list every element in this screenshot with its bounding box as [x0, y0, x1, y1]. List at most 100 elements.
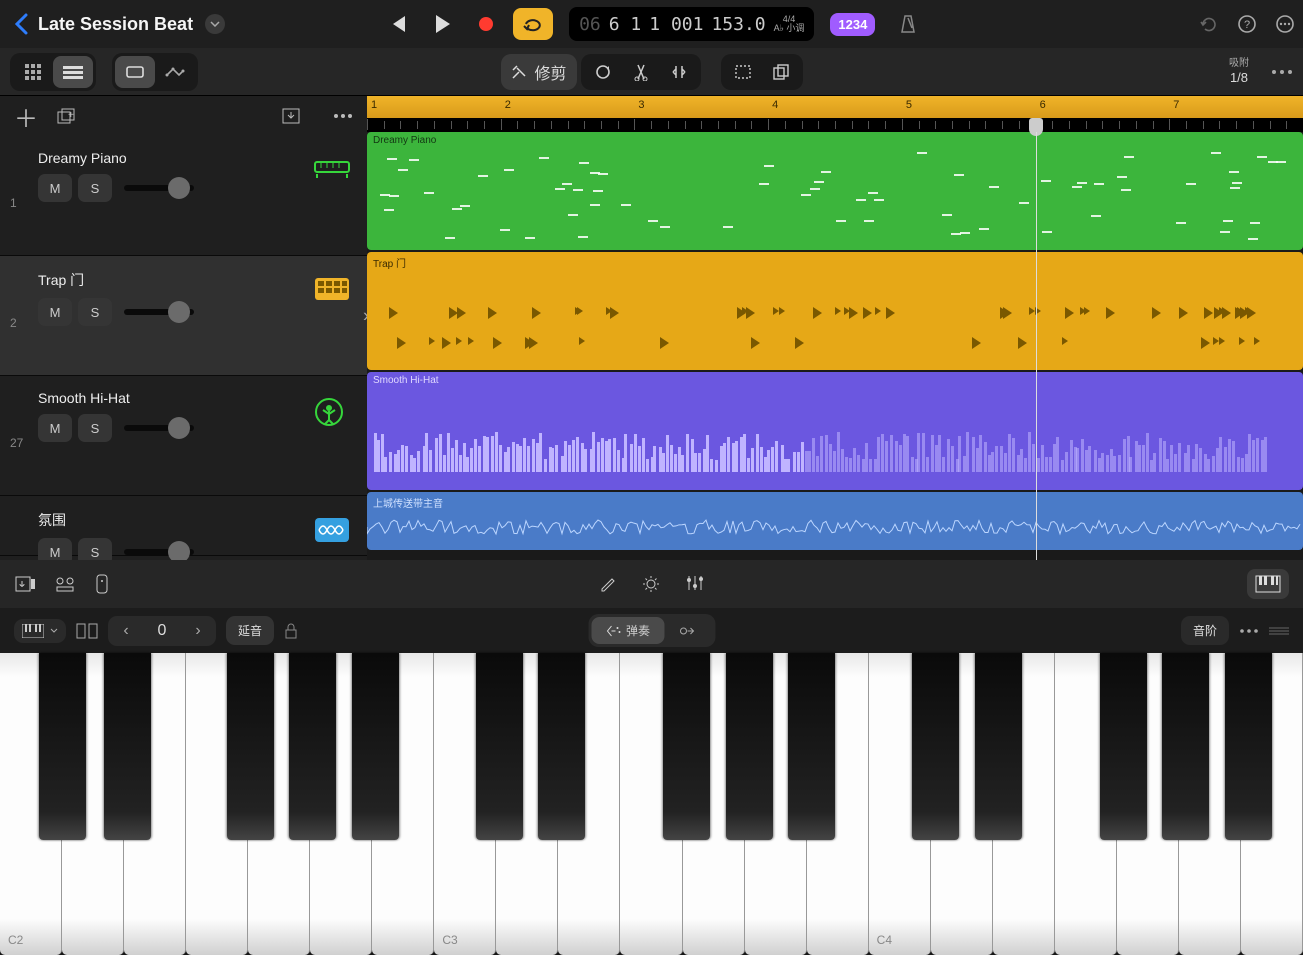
mute-button[interactable]: M: [38, 414, 72, 442]
undo-icon[interactable]: [1199, 14, 1219, 34]
octave-control: ‹ 0 ›: [108, 616, 216, 646]
black-key[interactable]: [352, 653, 399, 840]
join-tool-button[interactable]: [660, 57, 698, 87]
black-key[interactable]: [1100, 653, 1147, 840]
black-key[interactable]: [788, 653, 835, 840]
copy-tool-button[interactable]: [762, 57, 800, 87]
mute-button[interactable]: M: [38, 174, 72, 202]
title-dropdown[interactable]: [205, 14, 225, 34]
track-row[interactable]: 氛围 M S: [0, 496, 367, 556]
goto-start-button[interactable]: [381, 7, 415, 41]
track-instrument-icon[interactable]: [313, 516, 351, 544]
smart-controls-icon[interactable]: [54, 575, 76, 593]
drag-handle-icon[interactable]: [1269, 626, 1289, 636]
sidebar-more-icon[interactable]: [333, 113, 353, 119]
volume-slider[interactable]: [124, 549, 194, 555]
mute-button[interactable]: M: [38, 298, 72, 326]
region-purple[interactable]: Smooth Hi-Hat: [367, 372, 1303, 490]
trim-tool-button[interactable]: 修剪: [500, 54, 576, 90]
black-key[interactable]: [538, 653, 585, 840]
marquee-tool-button[interactable]: [724, 57, 762, 87]
octave-up-button[interactable]: ›: [180, 616, 216, 646]
track-instrument-icon[interactable]: [313, 396, 351, 424]
region-yellow[interactable]: Trap 门: [367, 252, 1303, 370]
play-button[interactable]: [425, 7, 459, 41]
black-key[interactable]: [227, 653, 274, 840]
black-key[interactable]: [476, 653, 523, 840]
lcd-display[interactable]: 06 6 1 1 001 153.0 4/4 A♭ 小调: [569, 7, 814, 41]
glissando-mode-button[interactable]: 弹奏: [591, 617, 664, 644]
track-name[interactable]: 氛围: [38, 510, 357, 530]
more-icon[interactable]: [1275, 14, 1295, 34]
black-key[interactable]: [975, 653, 1022, 840]
solo-button[interactable]: S: [78, 174, 112, 202]
loop-tool-button[interactable]: [584, 57, 622, 87]
toolbar-more-icon[interactable]: [1271, 69, 1293, 75]
track-name[interactable]: Dreamy Piano: [38, 150, 357, 166]
mixer-icon[interactable]: [685, 574, 705, 594]
duplicate-track-icon[interactable]: +: [56, 107, 76, 125]
add-track-button[interactable]: ＋: [14, 99, 38, 134]
plugin-icon[interactable]: [94, 573, 110, 595]
import-icon[interactable]: [281, 107, 301, 125]
black-key[interactable]: [1162, 653, 1209, 840]
bar-ruler[interactable]: 12345678: [367, 96, 1303, 118]
black-key[interactable]: [289, 653, 336, 840]
record-button[interactable]: [469, 7, 503, 41]
keyboard-layout-button[interactable]: [14, 619, 66, 643]
snap-control[interactable]: 吸附 1/8: [1229, 58, 1249, 86]
timeline-area[interactable]: 12345678 Dreamy PianoTrap 门Smooth Hi-Hat…: [367, 96, 1303, 560]
split-keyboard-icon[interactable]: [76, 622, 98, 640]
project-title[interactable]: Late Session Beat: [38, 14, 193, 35]
track-name[interactable]: Smooth Hi-Hat: [38, 390, 357, 406]
lock-icon[interactable]: [284, 622, 298, 640]
black-key[interactable]: [726, 653, 773, 840]
track-row[interactable]: 1 Dreamy Piano M S: [0, 136, 367, 256]
automation-view-button[interactable]: [155, 56, 195, 88]
top-bar: Late Session Beat 06 6 1 1 001 153.0 4/4…: [0, 0, 1303, 48]
octave-value: 0: [144, 616, 180, 646]
edit-tool-segment: [581, 54, 701, 90]
track-row[interactable]: 2 Trap 门 M S ›: [0, 256, 367, 376]
library-icon[interactable]: [14, 574, 36, 594]
region-view-button[interactable]: [115, 56, 155, 88]
metronome-button[interactable]: [891, 7, 925, 41]
instrument-edit-tools: [599, 574, 705, 594]
grid-view-button[interactable]: [13, 56, 53, 88]
back-button[interactable]: [8, 13, 34, 35]
track-name[interactable]: Trap 门: [38, 270, 357, 290]
volume-slider[interactable]: [124, 425, 194, 431]
volume-slider[interactable]: [124, 185, 194, 191]
view-toolbar: 修剪 吸附 1/8: [0, 48, 1303, 96]
volume-slider[interactable]: [124, 309, 194, 315]
brightness-icon[interactable]: [641, 574, 661, 594]
edit-tools-center: 修剪: [500, 54, 802, 90]
black-key[interactable]: [39, 653, 86, 840]
octave-down-button[interactable]: ‹: [108, 616, 144, 646]
play-mode-segment: 弹奏: [588, 614, 715, 647]
keyboard-toggle-button[interactable]: [1247, 569, 1289, 599]
black-key[interactable]: [912, 653, 959, 840]
scale-button[interactable]: 音阶: [1181, 616, 1229, 645]
black-key[interactable]: [1225, 653, 1272, 840]
sustain-button[interactable]: 延音: [226, 616, 274, 645]
solo-button[interactable]: S: [78, 298, 112, 326]
solo-button[interactable]: S: [78, 414, 112, 442]
track-row[interactable]: 27 Smooth Hi-Hat M S: [0, 376, 367, 496]
pencil-icon[interactable]: [599, 574, 617, 594]
split-tool-button[interactable]: [622, 57, 660, 87]
main-area: ＋ + 1 Dreamy Piano M S 2 Trap 门 M S ›27: [0, 96, 1303, 560]
black-key[interactable]: [663, 653, 710, 840]
ruler-mark: 2: [505, 99, 511, 111]
track-instrument-icon[interactable]: [313, 156, 351, 184]
region-blue[interactable]: 上城传送带主音: [367, 492, 1303, 550]
cycle-button[interactable]: [513, 8, 553, 40]
track-instrument-icon[interactable]: [313, 276, 351, 304]
help-icon[interactable]: ?: [1237, 14, 1257, 34]
region-green[interactable]: Dreamy Piano: [367, 132, 1303, 250]
scroll-mode-button[interactable]: [664, 617, 712, 644]
count-in-button[interactable]: 1234: [830, 13, 875, 36]
keyboard-more-icon[interactable]: [1239, 628, 1259, 634]
black-key[interactable]: [104, 653, 151, 840]
tracks-view-button[interactable]: [53, 56, 93, 88]
